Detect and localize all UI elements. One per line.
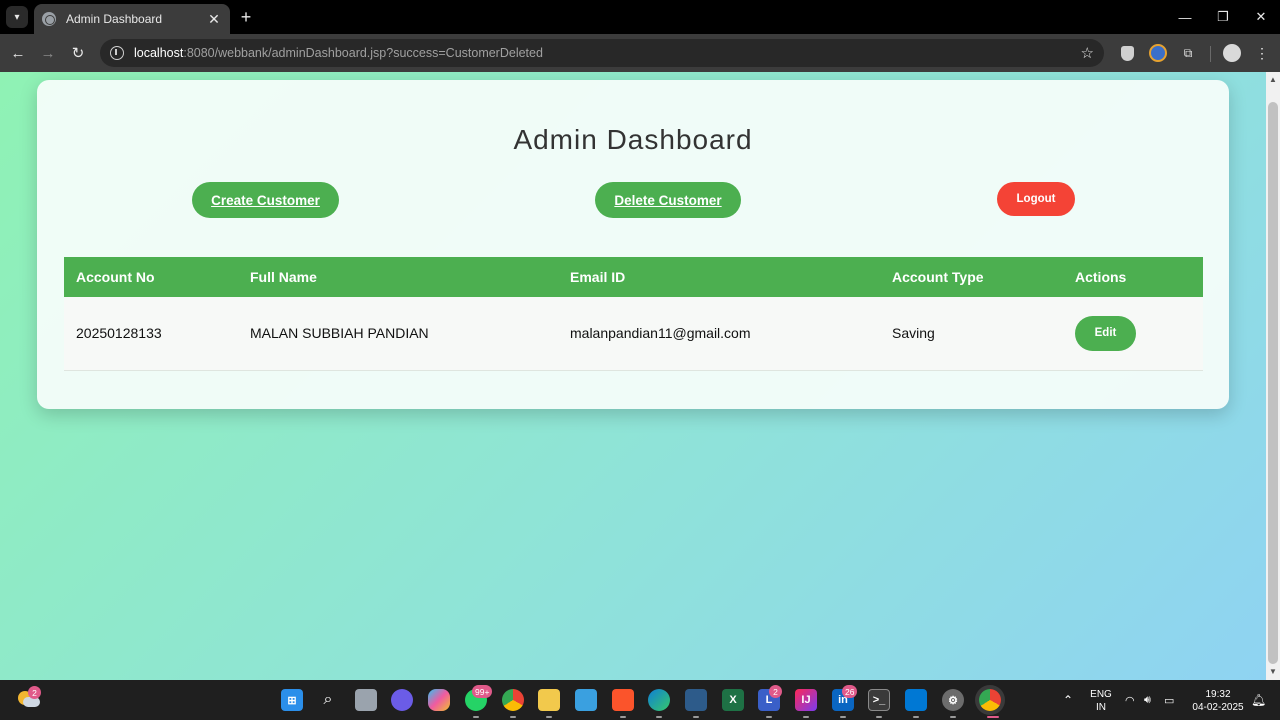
- customer-table: Account No Full Name Email ID Account Ty…: [64, 257, 1203, 371]
- terminal-icon[interactable]: >_: [868, 689, 890, 711]
- menu-kebab-icon[interactable]: ⋮: [1253, 44, 1271, 62]
- chrome-active-icon[interactable]: [979, 689, 1001, 711]
- running-indicator: [876, 716, 882, 718]
- header-account-no: Account No: [76, 269, 155, 285]
- excel-icon[interactable]: X: [722, 689, 744, 711]
- browser-tab-strip: ▾ Admin Dashboard ✕ + — ❐ ✕: [0, 0, 1280, 34]
- close-window-button[interactable]: ✕: [1242, 0, 1280, 34]
- running-indicator: [693, 716, 699, 718]
- intellij-icon[interactable]: IJ: [795, 689, 817, 711]
- header-full-name: Full Name: [250, 269, 317, 285]
- cell-actions: Edit: [1063, 297, 1203, 370]
- minimize-button[interactable]: —: [1166, 0, 1204, 34]
- battery-icon[interactable]: ▭: [1164, 680, 1174, 720]
- edit-button[interactable]: Edit: [1075, 315, 1136, 351]
- active-indicator: [987, 716, 999, 718]
- table-header-row: Account No Full Name Email ID Account Ty…: [64, 257, 1203, 297]
- task-view-icon[interactable]: [355, 689, 377, 711]
- delete-customer-button[interactable]: Delete Customer: [595, 182, 741, 218]
- running-indicator: [840, 716, 846, 718]
- running-indicator: [656, 716, 662, 718]
- running-indicator: [803, 716, 809, 718]
- language-indicator[interactable]: ENG IN: [1090, 688, 1112, 714]
- forward-button[interactable]: →: [38, 43, 58, 63]
- site-info-icon[interactable]: [110, 46, 124, 60]
- weather-badge: 2: [28, 686, 41, 699]
- lens-badge: 2: [769, 685, 782, 698]
- header-actions: Actions: [1075, 269, 1127, 285]
- lang-line1: ENG: [1090, 689, 1112, 700]
- puzzle-extensions-icon[interactable]: ⧉: [1179, 44, 1197, 62]
- back-button[interactable]: ←: [8, 43, 28, 63]
- address-bar[interactable]: localhost:8080/webbank/adminDashboard.js…: [100, 39, 1104, 67]
- running-indicator: [950, 716, 956, 718]
- volume-icon[interactable]: 🔊︎: [1144, 680, 1151, 720]
- tray-overflow-chevron-icon[interactable]: ⌃: [1063, 680, 1073, 720]
- brave-icon[interactable]: [612, 689, 634, 711]
- running-indicator: [546, 716, 552, 718]
- cell-full-name: MALAN SUBBIAH PANDIAN: [250, 325, 429, 342]
- new-tab-button[interactable]: +: [236, 7, 256, 28]
- running-indicator: [766, 716, 772, 718]
- toolbar-separator: [1210, 46, 1211, 62]
- wifi-icon[interactable]: ◠: [1125, 680, 1135, 720]
- url-path: :8080/webbank/adminDashboard.jsp?success…: [183, 46, 543, 60]
- scroll-down-arrow-icon[interactable]: ▼: [1269, 668, 1277, 676]
- tab-title: Admin Dashboard: [66, 12, 163, 26]
- whatsapp-badge: 99+: [472, 685, 493, 698]
- tab-close-icon[interactable]: ✕: [206, 11, 222, 28]
- running-indicator: [913, 716, 919, 718]
- header-account-type: Account Type: [892, 269, 984, 285]
- url-host: localhost: [134, 46, 184, 60]
- notepad-icon[interactable]: [575, 689, 597, 711]
- clock-time: 19:32: [1205, 689, 1231, 700]
- clock-date: 04-02-2025: [1192, 702, 1244, 713]
- running-indicator: [473, 716, 479, 718]
- reload-button[interactable]: ↻: [68, 43, 88, 63]
- vscode-icon[interactable]: [905, 689, 927, 711]
- page-scrollbar[interactable]: ▲ ▼: [1266, 72, 1280, 680]
- scrollbar-thumb[interactable]: [1268, 102, 1278, 664]
- scroll-up-arrow-icon[interactable]: ▲: [1269, 76, 1277, 84]
- profile-avatar[interactable]: [1223, 44, 1241, 62]
- taskbar: 2 ⊞ ⌕ 99+ X L 2 IJ in 26 >_ ⚙ ⌃ ENG IN ◠…: [0, 680, 1280, 720]
- edge-icon[interactable]: [648, 689, 670, 711]
- copilot-icon[interactable]: [428, 689, 450, 711]
- running-indicator: [620, 716, 626, 718]
- file-explorer-icon[interactable]: [538, 689, 560, 711]
- table-row: 20250128133 MALAN SUBBIAH PANDIAN malanp…: [64, 297, 1203, 370]
- search-icon[interactable]: ⌕: [317, 689, 339, 711]
- globe-icon: [42, 12, 56, 26]
- dashboard-card: Admin Dashboard Create Customer Delete C…: [37, 80, 1229, 409]
- window-controls: — ❐ ✕: [1166, 0, 1280, 34]
- header-email: Email ID: [570, 269, 626, 285]
- settings-gear-icon[interactable]: ⚙: [942, 689, 964, 711]
- mysql-workbench-icon[interactable]: [685, 689, 707, 711]
- windows-start-icon[interactable]: ⊞: [281, 689, 303, 711]
- restore-button[interactable]: ❐: [1204, 0, 1242, 34]
- browser-tab-active[interactable]: Admin Dashboard ✕: [34, 4, 230, 34]
- lang-line2: IN: [1096, 702, 1106, 713]
- meet-app-icon[interactable]: [391, 689, 413, 711]
- cell-account-type: Saving: [892, 325, 935, 342]
- linkedin-badge: 26: [842, 685, 858, 698]
- shield-extension-icon[interactable]: [1121, 46, 1134, 61]
- page-title: Admin Dashboard: [513, 124, 753, 155]
- notification-bell-icon[interactable]: 🔔︎: [1251, 680, 1266, 720]
- cell-email: malanpandian11@gmail.com: [570, 325, 751, 342]
- create-customer-button[interactable]: Create Customer: [192, 182, 339, 218]
- bookmark-star-icon[interactable]: ☆: [1081, 44, 1094, 62]
- extension-icon[interactable]: [1149, 44, 1167, 62]
- chrome-icon[interactable]: [502, 689, 524, 711]
- browser-toolbar: ← → ↻ localhost:8080/webbank/adminDashbo…: [0, 34, 1280, 72]
- logout-button[interactable]: Logout: [997, 182, 1075, 216]
- system-clock[interactable]: 19:32 04-02-2025: [1190, 688, 1246, 714]
- tab-search-button[interactable]: ▾: [6, 6, 28, 28]
- page-viewport: Admin Dashboard Create Customer Delete C…: [0, 72, 1266, 680]
- running-indicator: [510, 716, 516, 718]
- cell-account-no: 20250128133: [76, 325, 162, 342]
